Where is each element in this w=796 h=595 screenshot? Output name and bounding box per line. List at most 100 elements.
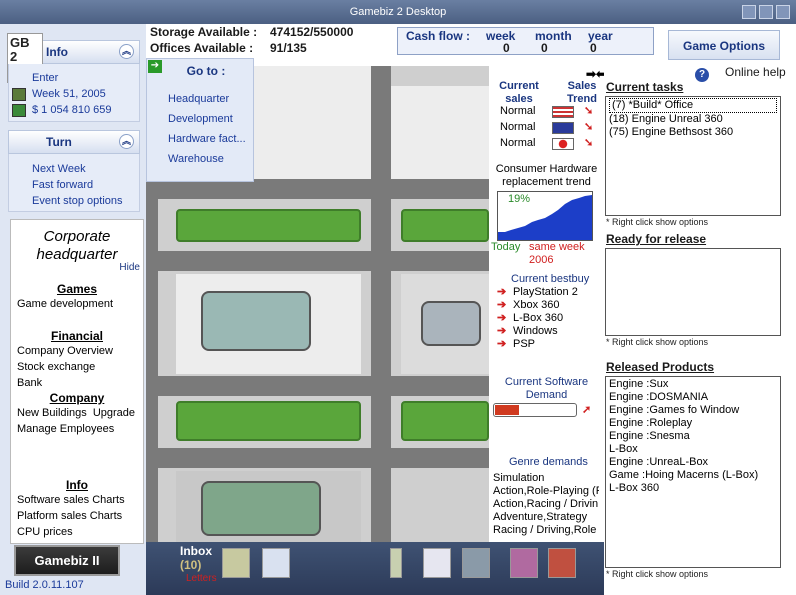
financial-section: Financial Company Overview Stock exchang… — [11, 329, 143, 391]
spx-icon[interactable] — [548, 548, 576, 578]
info-panel: Enter Week 51, 2005 $ 1 054 810 659 — [8, 64, 140, 122]
hardware-trend-chart: 19% — [497, 191, 593, 241]
list-item[interactable]: Game :Hoing Macerns (L-Box) — [609, 469, 777, 482]
trend-arrow-icon: ➚ — [582, 404, 592, 416]
list-item[interactable]: (7) *Build* Office — [609, 98, 777, 113]
list-item[interactable]: Engine :Sux — [609, 378, 777, 391]
game-development-link[interactable]: Game development — [11, 296, 143, 312]
turn-header[interactable]: Turn ︽ — [8, 130, 140, 154]
next-week-link[interactable]: Next Week — [9, 161, 139, 177]
park — [176, 209, 361, 242]
fast-forward-link[interactable]: Fast forward — [9, 177, 139, 193]
list-item[interactable]: ➔ Xbox 360 — [493, 299, 599, 312]
info-section: Info Software sales Charts Platform sale… — [11, 478, 143, 540]
bestbuy-list: ➔ PlayStation 2 ➔ Xbox 360 ➔ L-Box 360 ➔ Win… — [493, 286, 599, 362]
maximize-button[interactable] — [759, 5, 773, 19]
calendar-icon — [12, 88, 26, 101]
storage-value: 474152/550000 — [270, 25, 354, 39]
enter-link[interactable]: Enter — [9, 70, 139, 86]
list-item[interactable]: Engine :Snesma — [609, 430, 777, 443]
offices-label: Offices Available : — [150, 41, 254, 55]
red-arrow-icon: ➔ — [497, 325, 507, 337]
window-controls — [742, 5, 790, 19]
collapse-chevron-icon[interactable]: ︽ — [119, 44, 134, 59]
goto-hardware-factory[interactable]: Hardware fact... — [147, 129, 253, 149]
goto-warehouse[interactable]: Warehouse — [147, 149, 253, 169]
money-label: $ 1 054 810 659 — [9, 102, 139, 118]
platform-sales-charts-link[interactable]: Platform sales Charts — [11, 508, 143, 524]
inbox-button[interactable]: Inbox (10) — [180, 544, 212, 572]
red-arrow-icon: ➔ — [497, 286, 507, 298]
list-item[interactable]: Engine :Games fo Window — [609, 404, 777, 417]
hide-link[interactable]: Hide — [119, 262, 140, 273]
list-item[interactable]: (18) Engine Unreal 360 — [609, 113, 777, 126]
info-header-label: Info — [46, 45, 68, 59]
list-item[interactable]: ➔ Windows — [493, 325, 599, 338]
list-item[interactable]: ➔ L-Box 360 — [493, 312, 599, 325]
genre-list: Simulation Action,Role-Playing (R Action… — [493, 472, 599, 542]
event-stop-options-link[interactable]: Event stop options — [9, 193, 139, 209]
headquarter-building[interactable] — [201, 291, 311, 351]
current-tasks-list[interactable]: (7) *Build* Office (18) Engine Unreal 36… — [605, 96, 781, 216]
trend-arrow-icon: ➘ — [584, 121, 594, 133]
demand-bar-fill — [495, 405, 519, 415]
empty-lot[interactable] — [254, 66, 371, 179]
collapse-chevron-icon[interactable]: ︽ — [119, 134, 134, 149]
media-icon[interactable] — [510, 548, 538, 578]
goto-development[interactable]: Development — [147, 109, 253, 129]
released-list[interactable]: Engine :Sux Engine :DOSMANIA Engine :Gam… — [605, 376, 781, 568]
trend-arrow-icon: ➘ — [584, 137, 594, 149]
list-item[interactable]: ➔ PSP — [493, 338, 599, 351]
game-options-button[interactable]: Game Options — [668, 30, 780, 60]
goto-headquarter[interactable]: Headquarter — [147, 89, 253, 109]
mail-icon[interactable] — [222, 548, 250, 578]
red-arrow-icon: ➔ — [497, 299, 507, 311]
bestbuy-item: L-Box 360 — [513, 312, 564, 324]
document-icon[interactable] — [390, 548, 402, 578]
bestbuy-item: PlayStation 2 — [513, 286, 578, 298]
corporate-title: Corporate headquarter — [36, 228, 118, 263]
current-tasks-title: Current tasks — [606, 80, 684, 94]
park — [176, 401, 361, 441]
financial-section-title: Financial — [50, 329, 103, 343]
storage-label: Storage Available : — [150, 25, 258, 39]
jp-flag-icon — [552, 138, 574, 150]
money-icon — [12, 104, 26, 117]
bank-link[interactable]: Bank — [11, 375, 143, 391]
list-item[interactable]: Engine :UnreaL-Box — [609, 456, 777, 469]
software-sales-charts-link[interactable]: Software sales Charts — [11, 492, 143, 508]
office-building[interactable] — [421, 301, 481, 346]
us-flag-icon — [552, 106, 574, 118]
online-help-link[interactable]: Online help — [725, 65, 786, 79]
chart-icon[interactable] — [423, 548, 451, 578]
cashflow-month-value: 0 — [541, 41, 548, 55]
cpu-prices-link[interactable]: CPU prices — [11, 524, 143, 540]
trend-percent: 19% — [508, 193, 531, 205]
empty-lot[interactable] — [391, 86, 489, 179]
software-demand-title: Current Software Demand — [504, 376, 589, 401]
company-overview-link[interactable]: Company Overview — [11, 343, 143, 359]
calendar-icon[interactable] — [262, 548, 290, 578]
list-item[interactable]: L-Box 360 — [609, 482, 777, 495]
cashflow-week-label: week — [486, 29, 516, 43]
list-item[interactable]: ➔ PlayStation 2 — [493, 286, 599, 299]
list-item[interactable]: L-Box — [609, 443, 777, 456]
building-icon[interactable] — [462, 548, 490, 578]
stock-exchange-link[interactable]: Stock exchange — [11, 359, 143, 375]
arrow-right-icon[interactable]: ➔ — [148, 60, 162, 73]
new-buildings-link[interactable]: New Buildings Upgrade — [11, 405, 143, 421]
minimize-button[interactable] — [742, 5, 756, 19]
close-button[interactable] — [776, 5, 790, 19]
list-item[interactable]: Engine :DOSMANIA — [609, 391, 777, 404]
manage-employees-link[interactable]: Manage Employees — [11, 421, 143, 437]
tasks-hint: * Right click show options — [606, 217, 709, 227]
help-icon[interactable]: ? — [695, 68, 709, 82]
ready-list[interactable] — [605, 248, 781, 336]
red-arrow-icon: ➔ — [497, 338, 507, 350]
gamebiz-button[interactable]: Gamebiz II — [14, 545, 120, 576]
current-sales-heading: Current sales — [499, 80, 539, 105]
list-item[interactable]: Engine :Roleplay — [609, 417, 777, 430]
released-title: Released Products — [606, 360, 715, 374]
campus-building[interactable] — [201, 481, 321, 536]
list-item[interactable]: (75) Engine Bethsost 360 — [609, 126, 777, 139]
